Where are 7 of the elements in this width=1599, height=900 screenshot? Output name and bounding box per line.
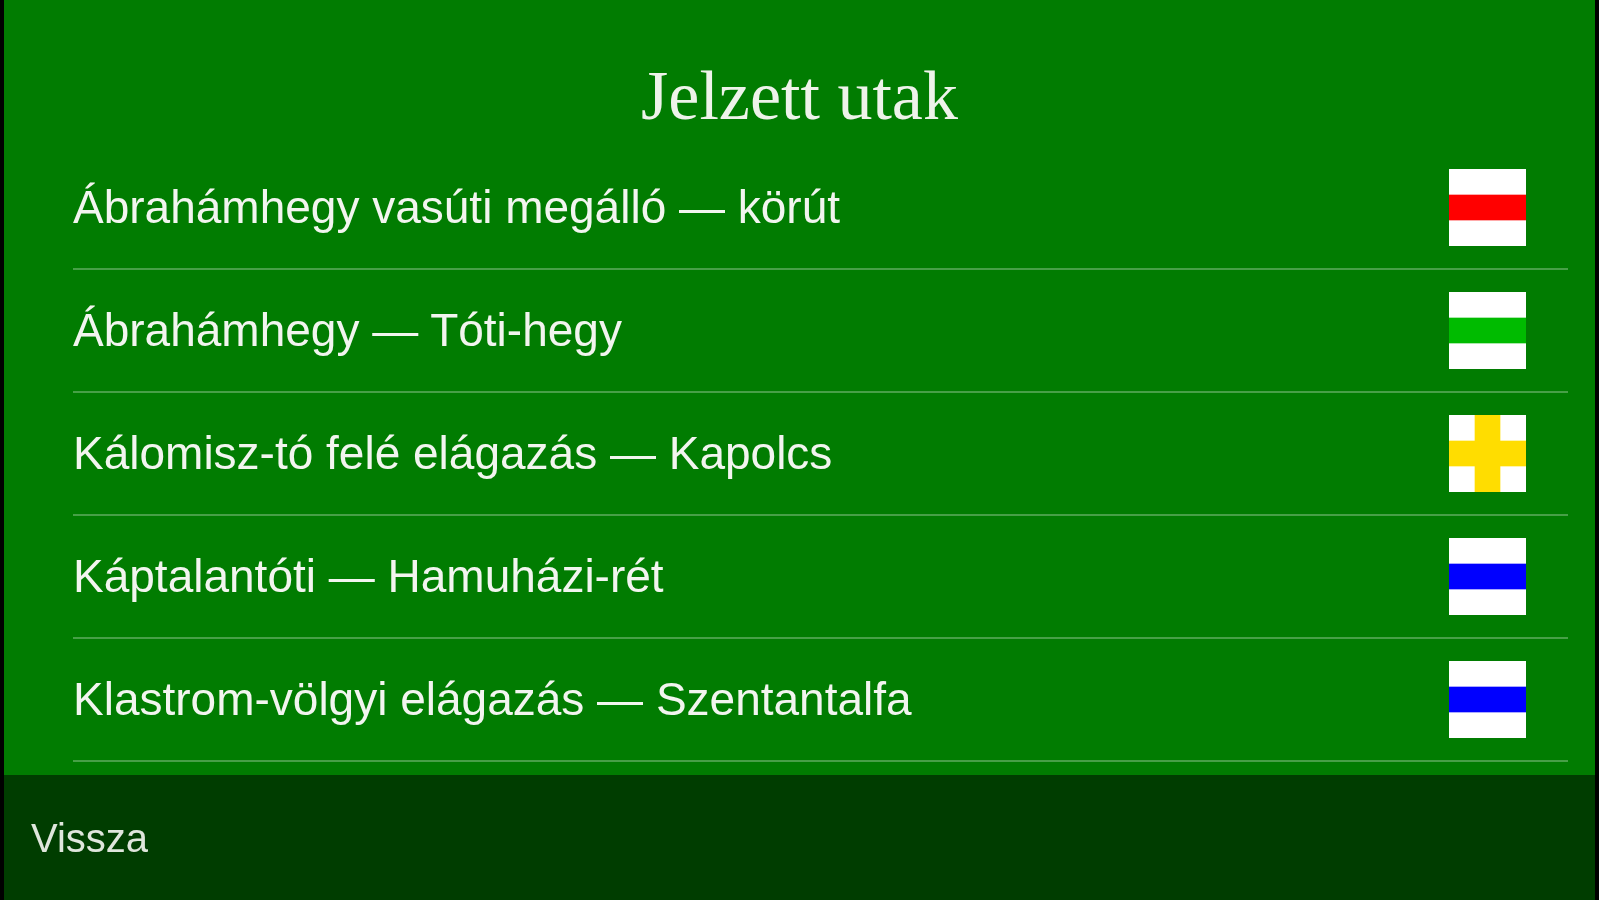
page-title: Jelzett utak	[641, 61, 958, 136]
trail-list-item[interactable]: Kálomisz-tó felé elágazás — Kapolcs	[73, 393, 1568, 516]
trail-list-item[interactable]: Klastrom-völgyi elágazás — Szentantalfa	[73, 639, 1568, 762]
trail-list-item[interactable]: Ábrahámhegy — Tóti-hegy	[73, 270, 1568, 393]
back-button[interactable]: Vissza	[31, 815, 149, 860]
trail-list-item[interactable]: Káptalantóti — Hamuházi-rét	[73, 516, 1568, 639]
trail-list-item[interactable]: Ábrahámhegy vasúti megálló — körút	[73, 147, 1568, 270]
